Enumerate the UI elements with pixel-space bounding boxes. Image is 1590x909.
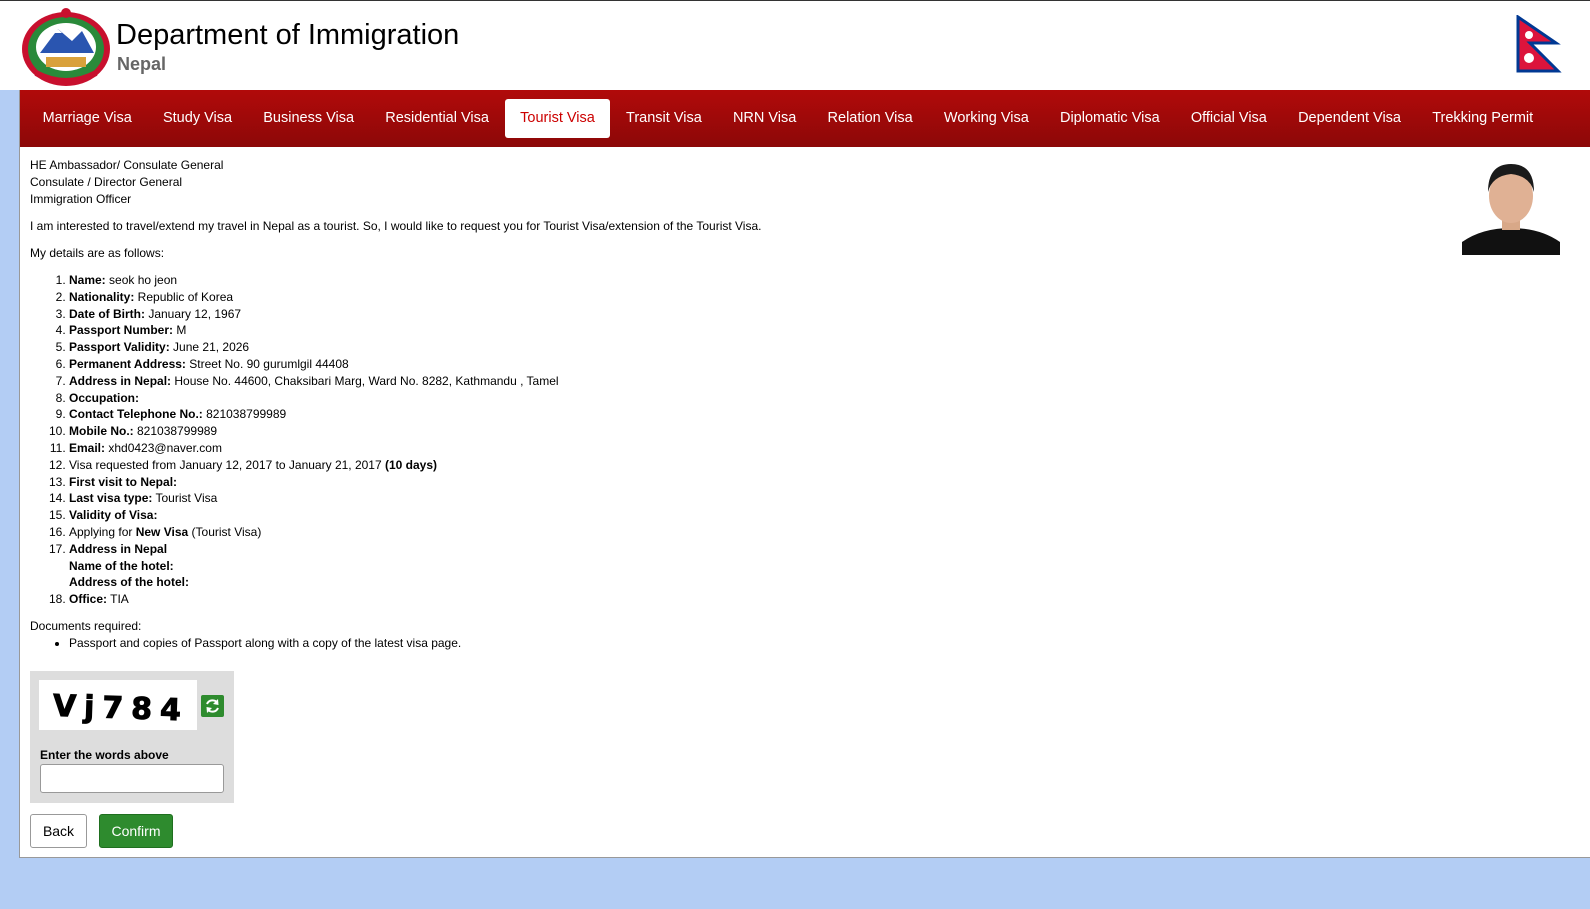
page-subtitle: Nepal [117, 54, 167, 74]
details-list: Name: seok ho jeon Nationality: Republic… [30, 272, 1450, 608]
detail-subitem: Address of the hotel: [69, 575, 190, 590]
detail-item: Occupation: [69, 390, 1450, 407]
detail-subitem: Name of the hotel: [69, 558, 174, 573]
detail-item: Passport Number: M [69, 322, 1450, 339]
detail-item: First visit to Nepal: [69, 474, 1450, 491]
detail-item: Address in Nepal [69, 541, 1450, 558]
applicant-photo [1462, 158, 1560, 255]
left-background-strip [0, 90, 20, 857]
nav-study-visa[interactable]: Study Visa [147, 99, 247, 138]
site-header: Department of Immigration Nepal [0, 0, 1590, 90]
back-button[interactable]: Back [30, 814, 87, 848]
nav-working-visa[interactable]: Working Visa [928, 99, 1044, 138]
nepal-flag-icon [1516, 15, 1562, 73]
visa-type-nav: Marriage Visa Study Visa Business Visa R… [20, 90, 1590, 147]
captcha-label: Enter the words above [40, 748, 169, 762]
detail-item: Visa requested from January 12, 2017 to … [69, 457, 1450, 474]
detail-item: Date of Birth: January 12, 1967 [69, 306, 1450, 323]
nav-relation-visa[interactable]: Relation Visa [812, 99, 928, 138]
refresh-icon [206, 699, 219, 713]
confirm-button[interactable]: Confirm [99, 814, 173, 848]
nav-marriage-visa[interactable]: Marriage Visa [27, 99, 147, 138]
captcha-input[interactable] [40, 764, 224, 793]
addressee-line: HE Ambassador/ Consulate General [30, 158, 224, 172]
captcha-code-text: Vj784 [52, 689, 189, 729]
details-heading: My details are as follows: [30, 246, 165, 260]
nav-tourist-visa[interactable]: Tourist Visa [504, 99, 611, 138]
document-item: Passport and copies of Passport along wi… [69, 635, 1450, 652]
application-letter: HE Ambassador/ Consulate General Consula… [30, 157, 1450, 652]
nav-transit-visa[interactable]: Transit Visa [610, 99, 717, 138]
detail-item: Permanent Address: Street No. 90 gurumlg… [69, 356, 1450, 373]
bottom-background [0, 858, 1590, 909]
detail-item: Mobile No.: 821038799989 [69, 423, 1450, 440]
addressee-line: Immigration Officer [30, 192, 132, 206]
detail-item: Applying for New Visa (Tourist Visa) [69, 524, 1450, 541]
detail-item: Validity of Visa: [69, 507, 1450, 524]
detail-item: Last visa type: Tourist Visa [69, 490, 1450, 507]
nav-official-visa[interactable]: Official Visa [1175, 99, 1282, 138]
captcha-image: Vj784 [39, 680, 197, 730]
nav-diplomatic-visa[interactable]: Diplomatic Visa [1044, 99, 1175, 138]
detail-item: Name: seok ho jeon [69, 272, 1450, 289]
main-panel: Marriage Visa Study Visa Business Visa R… [19, 90, 1590, 858]
detail-item: Nationality: Republic of Korea [69, 289, 1450, 306]
nepal-emblem-logo [22, 8, 110, 86]
documents-list: Passport and copies of Passport along wi… [30, 635, 1450, 652]
detail-item: Office: TIA [69, 591, 1450, 608]
captcha-refresh-button[interactable] [201, 695, 224, 717]
intro-paragraph: I am interested to travel/extend my trav… [30, 219, 762, 233]
detail-item: Address in Nepal: House No. 44600, Chaks… [69, 373, 1450, 390]
nav-residential-visa[interactable]: Residential Visa [370, 99, 505, 138]
nav-nrn-visa[interactable]: NRN Visa [717, 99, 812, 138]
nav-dependent-visa[interactable]: Dependent Visa [1282, 99, 1416, 138]
detail-item: Passport Validity: June 21, 2026 [69, 339, 1450, 356]
page-title: Department of Immigration [116, 19, 460, 51]
captcha-panel: Vj784 Enter the words above [30, 671, 234, 803]
detail-item: Email: xhd0423@naver.com [69, 440, 1450, 457]
documents-heading: Documents required: [30, 618, 142, 633]
nav-business-visa[interactable]: Business Visa [248, 99, 370, 138]
nav-trekking-permit[interactable]: Trekking Permit [1417, 99, 1549, 138]
captcha-code-graphic: Vj784 [52, 688, 190, 729]
addressee-line: Consulate / Director General [30, 175, 183, 189]
detail-item: Contact Telephone No.: 821038799989 [69, 406, 1450, 423]
